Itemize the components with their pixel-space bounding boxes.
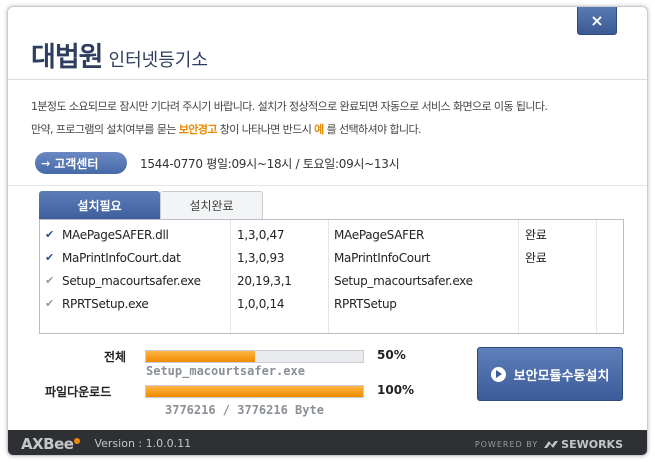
current-file-name: Setup_macourtsafer.exe [146,364,305,378]
arrow-right-icon: → [41,156,51,170]
module-name: MaPrintInfoCourt [334,250,431,265]
company-text: SEWORKS [561,438,623,451]
module-status: 완료 [525,228,547,242]
table-row[interactable]: ✔ MAePageSAFER.dll 1,3,0,47 MAePageSAFER… [40,223,623,246]
logo-main-text: 대법원 [31,42,104,73]
module-name: RPRTSetup [334,296,397,311]
total-progress-label: 전체 [104,350,127,364]
total-progress-percent: 50% [377,348,406,362]
brand-logo: AXBee [21,434,81,453]
file-progress-fill [146,386,363,397]
total-progress-fill [146,351,255,362]
module-status: 완료 [525,251,547,265]
module-version: 1,3,0,93 [237,250,285,265]
notice-text: 만약, 프로그램의 설치여부를 묻는 [31,123,179,136]
total-progress-bar [145,350,364,363]
check-icon: ✔ [45,274,54,287]
module-name: MAePageSAFER [334,227,425,242]
check-icon: ✔ [45,251,54,264]
module-table: ✔ MAePageSAFER.dll 1,3,0,47 MAePageSAFER… [39,219,624,334]
version-text: Version : 1.0.0.11 [94,437,192,450]
security-warning-highlight: 보안경고 [178,123,218,136]
powered-by: POWERED BY SEWORKS [475,438,623,451]
table-row[interactable]: ✔ RPRTSetup.exe 1,0,0,14 RPRTSetup [40,292,623,315]
yes-highlight: 예 [314,123,324,136]
close-button[interactable]: × [577,7,617,35]
module-version: 1,3,0,47 [237,227,285,242]
notice-text: 창이 나타나면 반드시 [216,123,315,136]
brand-text: AXBee [21,434,74,453]
table-row[interactable]: ✔ Setup_macourtsafer.exe 20,19,3,1 Setup… [40,269,623,292]
file-progress-percent: 100% [377,383,415,397]
module-name: Setup_macourtsafer.exe [334,273,473,288]
module-version: 20,19,3,1 [237,273,292,288]
logo-sub-text: 인터넷등기소 [108,50,208,71]
brand-dot-icon [74,437,81,444]
company-logo: SEWORKS [544,438,623,451]
play-icon [490,366,506,382]
notice-text: 를 선택하셔야 합니다. [323,123,422,136]
module-file: MaPrintInfoCourt.dat [62,250,181,265]
seworks-icon [544,441,559,448]
download-bytes: 3776216 / 3776216 Byte [165,403,324,417]
module-file: RPRTSetup.exe [62,296,149,311]
manual-install-label: 보안모듈수동설치 [513,368,610,384]
module-file: MAePageSAFER.dll [62,227,169,242]
check-icon: ✔ [45,228,54,241]
module-version: 1,0,0,14 [237,296,285,311]
customer-center-label: 고객센터 [54,156,99,171]
check-icon: ✔ [45,297,54,310]
tab-install-complete[interactable]: 설치완료 [160,191,263,219]
module-file: Setup_macourtsafer.exe [62,273,201,288]
footer: AXBee Version : 1.0.0.11 POWERED BY SEWO… [8,430,647,455]
customer-center-button[interactable]: → 고객센터 [35,152,127,174]
support-hours: 1544-0770 평일:09시~18시 / 토요일:09시~13시 [140,157,400,171]
notice-line-1: 1분정도 소요되므로 잠시만 기다려 주시기 바랍니다. 설치가 정상적으로 완… [31,100,548,113]
file-download-label: 파일다운로드 [45,385,112,399]
notice-line-2: 만약, 프로그램의 설치여부를 묻는 보안경고 창이 나타나면 반드시 예 를 … [31,121,422,137]
tab-install-required[interactable]: 설치필요 [39,191,160,219]
logo: 대법원 인터넷등기소 [31,35,208,74]
file-progress-bar [145,385,364,398]
table-row[interactable]: ✔ MaPrintInfoCourt.dat 1,3,0,93 MaPrintI… [40,246,623,269]
powered-text: POWERED BY [474,440,539,449]
divider [8,185,647,186]
manual-install-button[interactable]: 보안모듈수동설치 [477,347,623,401]
installer-window: × 대법원 인터넷등기소 1분정도 소요되므로 잠시만 기다려 주시기 바랍니다… [7,6,648,456]
divider [8,79,647,80]
